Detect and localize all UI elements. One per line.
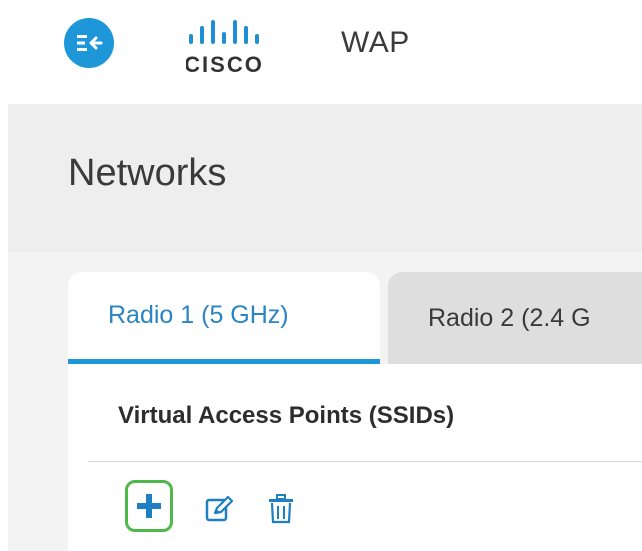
cisco-logo-icon: CISCO [184,20,264,77]
section-heading: Virtual Access Points (SSIDs) [118,402,455,429]
page-title: Networks [68,152,227,194]
menu-toggle-button[interactable] [64,18,114,68]
delete-ssid-button[interactable] [266,494,296,524]
tab-radio-1[interactable]: Radio 1 (5 GHz) [68,272,380,364]
edit-icon [205,495,234,522]
cisco-logo-text: CISCO [186,52,264,76]
product-name: WAP [341,26,410,59]
tab-radio-1-label: Radio 1 (5 GHz) [108,301,289,329]
plus-icon [137,494,161,518]
edit-ssid-button[interactable] [204,494,234,524]
tab-radio-2[interactable]: Radio 2 (2.4 G [388,272,642,364]
tab-radio-2-label: Radio 2 (2.4 G [428,303,591,332]
cisco-logo: CISCO [184,20,296,77]
trash-icon [269,494,293,524]
add-ssid-button[interactable] [125,480,173,532]
collapse-menu-icon [77,35,103,51]
section-divider [88,461,642,462]
